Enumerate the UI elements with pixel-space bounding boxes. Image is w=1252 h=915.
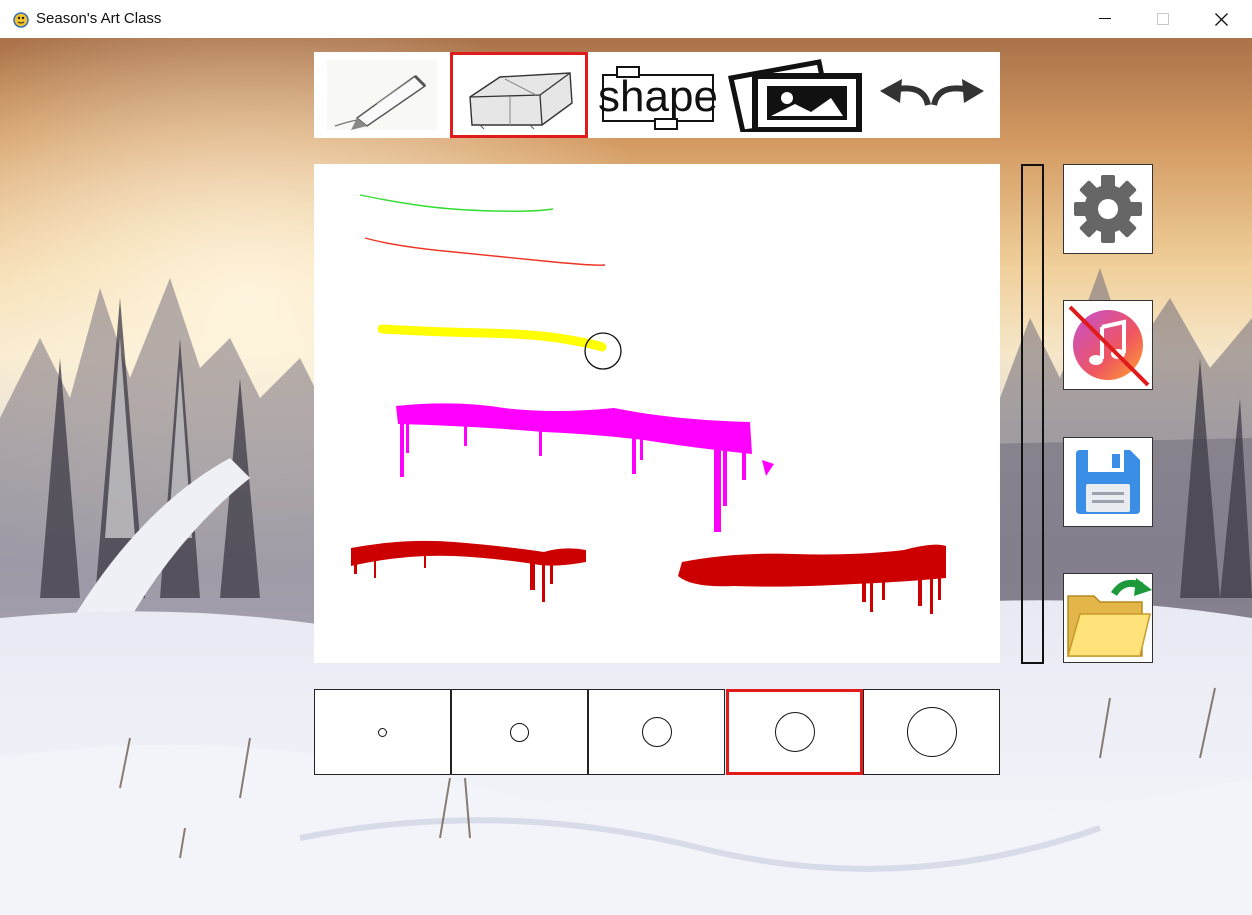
eraser-icon	[469, 72, 573, 130]
undo-redo-icon	[880, 79, 984, 106]
minimize-icon	[1099, 18, 1111, 19]
brush-size-bar	[314, 689, 1000, 775]
maximize-icon	[1157, 13, 1169, 25]
canvas-stroke	[396, 403, 774, 532]
brush-size-xl-icon	[906, 707, 957, 757]
brush-size-xl-button[interactable]	[863, 689, 1000, 775]
music-off-icon	[1068, 305, 1150, 387]
image-icon	[727, 59, 862, 132]
open-folder-icon	[1067, 578, 1152, 657]
shape-tool-button[interactable]: shape	[588, 52, 726, 138]
pygame-snake-icon	[11, 9, 31, 29]
brush-size-l-icon	[774, 712, 815, 752]
image-tool-button[interactable]	[726, 52, 864, 138]
canvas-scrollbar[interactable]	[1021, 164, 1044, 664]
close-icon	[1214, 12, 1228, 26]
tool-toolbar: shape	[314, 52, 1000, 138]
brush-size-s-button[interactable]	[451, 689, 588, 775]
canvas-stroke	[678, 544, 946, 614]
window-title: Season's Art Class	[36, 10, 162, 27]
window-titlebar: Season's Art Class	[0, 0, 1252, 38]
maximize-button[interactable]	[1134, 0, 1192, 38]
settings-button[interactable]	[1063, 164, 1153, 254]
canvas-stroke	[364, 237, 606, 266]
canvas-stroke	[377, 324, 607, 352]
canvas-stroke	[359, 194, 554, 212]
open-file-button[interactable]	[1063, 573, 1153, 663]
music-toggle-button[interactable]	[1063, 300, 1153, 390]
close-button[interactable]	[1192, 0, 1250, 38]
save-button[interactable]	[1063, 437, 1153, 527]
gear-icon	[1074, 175, 1142, 243]
brush-size-l-button[interactable]	[726, 689, 863, 775]
brush-size-xs-button[interactable]	[314, 689, 451, 775]
pencil-tool-button[interactable]	[314, 52, 450, 138]
drawing-canvas[interactable]	[314, 164, 1000, 663]
brush-size-xs-icon	[378, 727, 387, 737]
shape-label-art: shape	[598, 66, 718, 130]
brush-size-s-icon	[510, 722, 529, 742]
canvas-stroke	[351, 540, 586, 602]
eraser-tool-button[interactable]	[450, 52, 588, 138]
minimize-button[interactable]	[1076, 0, 1134, 38]
shape-label: shape	[598, 72, 718, 121]
brush-size-m-icon	[641, 717, 672, 747]
pencil-icon	[327, 60, 437, 130]
brush-size-m-button[interactable]	[588, 689, 725, 775]
floppy-disk-icon	[1076, 450, 1140, 514]
undo-redo-button[interactable]	[864, 52, 1000, 138]
